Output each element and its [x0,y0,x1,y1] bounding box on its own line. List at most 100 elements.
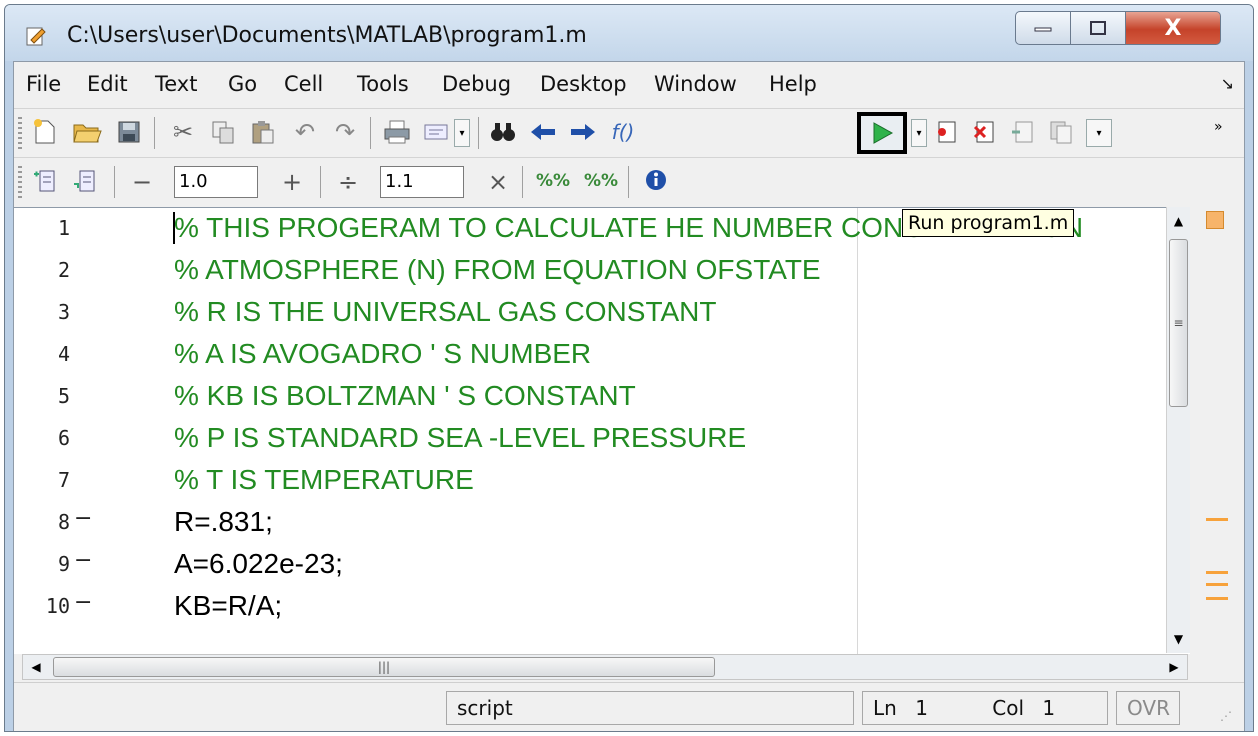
code-editor[interactable]: 1% THIS PROGERAM TO CALCULATE HE NUMBER … [14,207,1190,654]
cell-value-input-2[interactable]: 1.1 [380,166,464,198]
set-breakpoint-button[interactable] [932,117,962,147]
find-icon [491,123,515,141]
find-button[interactable] [488,117,518,147]
menu-window[interactable]: Window [654,72,737,96]
menu-cell[interactable]: Cell [284,72,323,96]
comment-button[interactable] [422,117,452,147]
function-button[interactable]: f() [608,117,638,147]
code-comment: % T IS TEMPERATURE [174,464,474,495]
code-line[interactable]: 2 % ATMOSPHERE (N) FROM EQUATION OFSTATE [14,250,1190,292]
undo-icon: ↶ [294,118,316,146]
scroll-right-icon[interactable]: ▶ [1161,655,1187,679]
info-icon [646,170,666,190]
title-bar[interactable]: C:\Users\user\Documents\MATLAB\program1.… [5,5,1253,61]
code-line[interactable]: 8− R=.831; [14,502,1190,544]
run-dropdown[interactable]: ▾ [911,119,927,147]
mlint-status-indicator[interactable] [1206,211,1224,229]
go-forward-button[interactable] [568,117,598,147]
code-comment: % A IS AVOGADRO ' S NUMBER [174,338,592,369]
vertical-scroll-thumb[interactable]: ≡ [1169,239,1188,407]
divide-button[interactable]: ÷ [338,166,358,198]
mlint-warning-marker[interactable] [1206,518,1228,521]
save-icon [118,121,140,143]
show-cell-help-button[interactable]: %% [584,166,618,196]
breakpoint-set-icon [938,121,956,143]
scroll-left-icon[interactable]: ◀ [23,655,49,679]
menu-file[interactable]: File [26,72,61,96]
comment-dropdown[interactable]: ▾ [454,119,470,147]
code-line[interactable]: 3 % R IS THE UNIVERSAL GAS CONSTANT [14,292,1190,334]
print-button[interactable] [382,117,412,147]
col-value: 1 [1042,696,1056,720]
window-title: C:\Users\user\Documents\MATLAB\program1.… [67,23,587,48]
toolbar-overflow-icon[interactable]: » [1214,119,1223,135]
horizontal-scroll-thumb[interactable]: ||| [53,657,715,677]
open-file-button[interactable] [72,117,102,147]
insert-cell-button[interactable] [30,166,60,196]
toolbar-separator [478,117,479,149]
go-back-button[interactable] [528,117,558,147]
new-file-button[interactable] [30,117,60,147]
close-button[interactable]: X [1125,11,1221,45]
dropdown-arrow-icon: ▾ [1096,127,1102,139]
code-comment: % P IS STANDARD SEA -LEVEL PRESSURE [174,422,747,453]
mlint-warning-marker[interactable] [1206,571,1228,574]
decrement-button[interactable]: − [132,166,152,198]
breakpoint-gutter[interactable]: − [74,590,92,615]
cell-toolbar: − 1.0 + ÷ 1.1 × %% %% [14,157,1244,206]
scroll-up-icon[interactable]: ▲ [1167,207,1190,235]
ln-value: 1 [915,696,928,720]
scroll-down-icon[interactable]: ▼ [1167,625,1190,653]
clear-breakpoints-button[interactable] [970,117,1000,147]
vertical-scrollbar[interactable]: ▲ ≡ ▼ [1166,207,1190,653]
close-icon: X [1164,15,1182,41]
copy-button[interactable] [208,117,238,147]
grip-lines-icon: ||| [377,660,391,674]
minimize-button[interactable] [1015,11,1071,45]
cut-button[interactable]: ✂ [168,117,198,147]
redo-button[interactable]: ↷ [330,117,360,147]
menu-go[interactable]: Go [228,72,257,96]
cell-value-input-1[interactable]: 1.0 [174,166,258,198]
menu-help[interactable]: Help [769,72,817,96]
debug-dropdown[interactable]: ▾ [1086,119,1112,147]
undo-button[interactable]: ↶ [290,117,320,147]
code-line[interactable]: 4 % A IS AVOGADRO ' S NUMBER [14,334,1190,376]
toolbar-grip[interactable] [18,166,22,198]
menu-tools[interactable]: Tools [357,72,409,96]
multiply-button[interactable]: × [488,166,508,198]
code-line[interactable]: 5 % KB IS BOLTZMAN ' S CONSTANT [14,376,1190,418]
breakpoint-gutter[interactable]: − [74,506,92,531]
horizontal-scrollbar[interactable]: ◀ ||| ▶ [22,654,1188,680]
run-button[interactable] [857,112,907,154]
increment-button[interactable]: + [282,166,302,198]
code-line[interactable]: 9− A=6.022e-23; [14,544,1190,586]
menu-edit[interactable]: Edit [87,72,128,96]
show-cell-titles-button[interactable]: %% [536,166,570,196]
step-button[interactable] [1008,117,1038,147]
eval-cell-button[interactable] [70,166,100,196]
code-line[interactable]: 6 % P IS STANDARD SEA -LEVEL PRESSURE [14,418,1190,460]
menu-desktop[interactable]: Desktop [540,72,627,96]
mlint-message-bar[interactable] [1196,207,1228,653]
maximize-icon [1090,21,1106,35]
mlint-warning-marker[interactable] [1206,583,1228,586]
print-icon [384,120,410,144]
toolbar-grip[interactable] [18,117,22,149]
info-button[interactable] [642,166,672,196]
paste-button[interactable] [248,117,278,147]
maximize-button[interactable] [1070,11,1126,45]
code-comment: % KB IS BOLTZMAN ' S CONSTANT [174,380,636,411]
line-number: 9 [57,552,70,576]
save-button[interactable] [114,117,144,147]
toolbar-separator [114,166,115,198]
mlint-warning-marker[interactable] [1206,597,1228,600]
step-in-button[interactable] [1046,117,1076,147]
resize-grip-icon[interactable]: ⋰ [1220,709,1232,723]
code-line[interactable]: 7 % T IS TEMPERATURE [14,460,1190,502]
menu-text[interactable]: Text [155,72,197,96]
menu-debug[interactable]: Debug [442,72,511,96]
breakpoint-gutter[interactable]: − [74,548,92,573]
code-line[interactable]: 10− KB=R/A; [14,586,1190,628]
menu-overflow-icon[interactable]: ↘ [1221,74,1234,93]
